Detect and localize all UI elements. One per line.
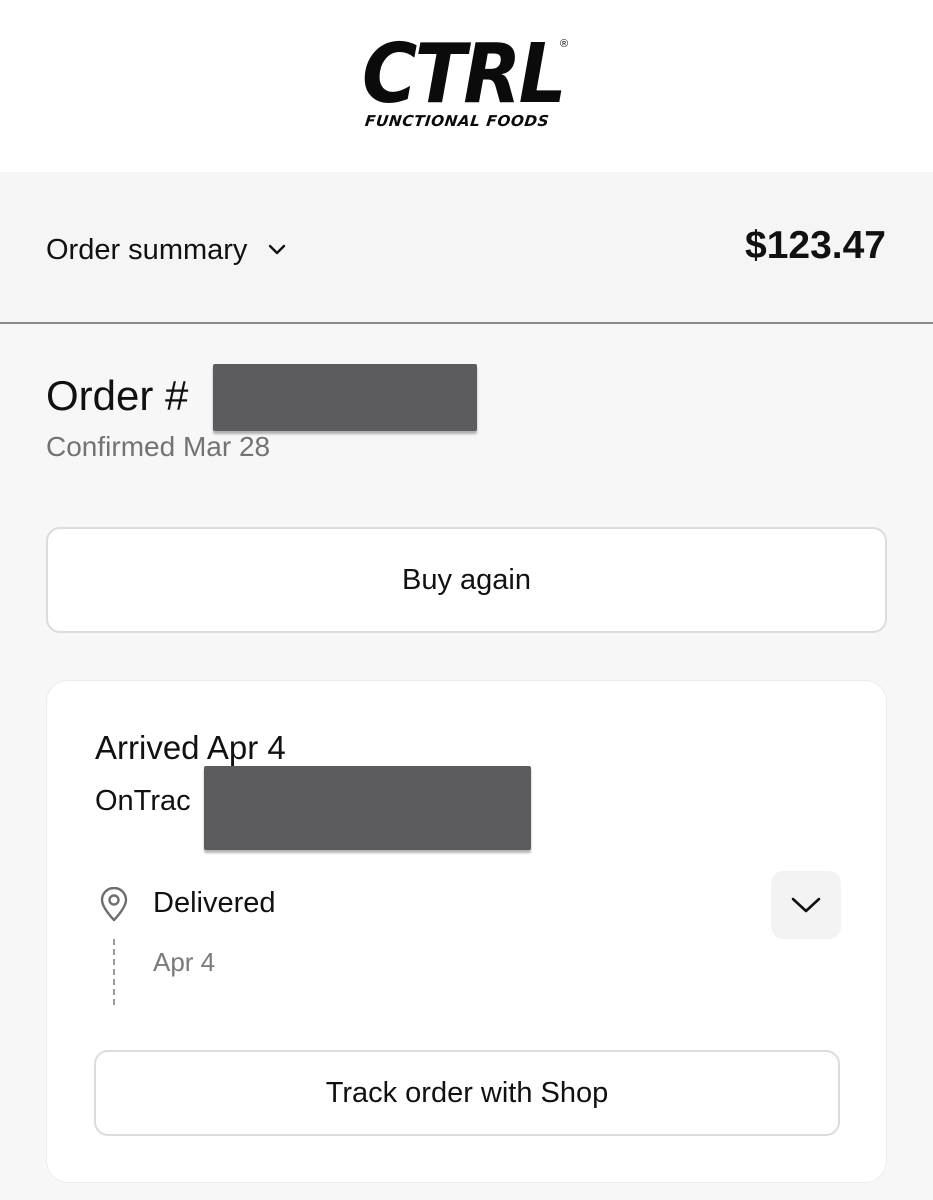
shipment-card: Arrived Apr 4 OnTrac Delivered Apr 4 Tra… [46,680,887,1183]
track-order-button[interactable]: Track order with Shop [94,1050,840,1136]
registered-mark: ® [560,38,569,50]
page-header: CTRL ® FUNCTIONAL FOODS [0,0,933,172]
order-summary-label: Order summary [46,233,248,266]
chevron-down-icon [791,897,821,913]
brand-logo[interactable]: CTRL ® FUNCTIONAL FOODS [362,34,577,134]
redacted-tracking-number [204,766,531,850]
location-pin-icon [100,887,128,922]
arrival-heading: Arrived Apr 4 [95,729,286,766]
timeline-connector [113,939,115,1005]
order-summary-bar: Order summary $123.47 [0,172,933,324]
brand-logo-wordmark: CTRL [362,27,567,122]
chevron-down-icon [269,244,286,255]
expand-tracking-button[interactable] [771,871,841,939]
order-confirmed-date: Confirmed Mar 28 [46,431,271,462]
buy-again-button[interactable]: Buy again [46,527,887,633]
brand-tagline: FUNCTIONAL FOODS [364,112,551,130]
delivery-status-date: Apr 4 [153,947,216,977]
order-number-title: Order # [46,372,189,419]
carrier-name: OnTrac [95,785,191,817]
delivery-status: Delivered [153,887,276,919]
order-total: $123.47 [745,224,886,267]
redacted-order-number [213,364,477,431]
order-summary-toggle[interactable]: Order summary [46,230,287,270]
